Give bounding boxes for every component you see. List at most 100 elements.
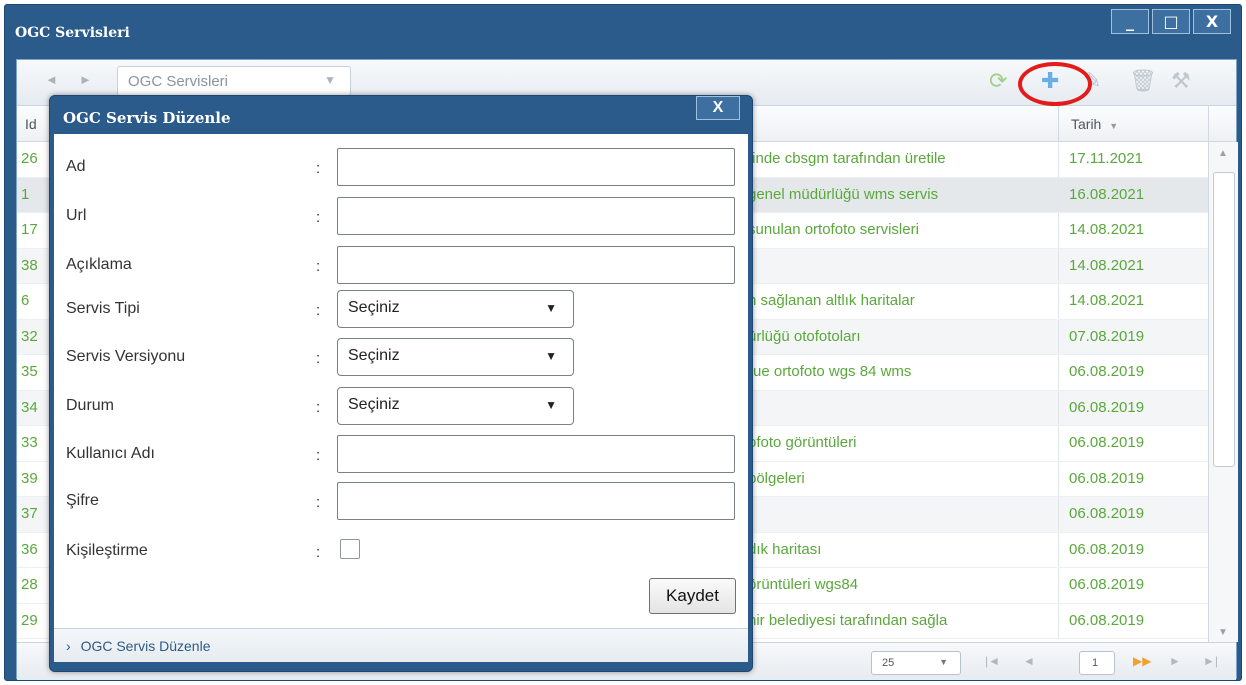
field-colon: :: [316, 447, 321, 464]
select-value: Seçiniz: [348, 396, 400, 413]
aciklama-input[interactable]: [337, 246, 735, 284]
durum-select[interactable]: Seçiniz ▼: [337, 387, 574, 425]
cell-description: genel müdürlüğü wms servis: [748, 185, 939, 203]
chevron-down-icon: ▼: [939, 657, 948, 667]
cell-tarih: 14.08.2021: [1058, 213, 1208, 248]
scroll-thumb[interactable]: [1213, 172, 1235, 467]
dialog-footer-label: OGC Servis Düzenle: [80, 638, 211, 654]
field-sifre: Şifre :: [54, 482, 748, 522]
next-icon[interactable]: ►: [1169, 654, 1181, 668]
cell-id: 38: [21, 256, 38, 274]
field-aciklama: Açıklama :: [54, 246, 748, 286]
tools-icon[interactable]: ⚒: [1171, 68, 1191, 94]
field-durum: Durum : Seçiniz ▼: [54, 387, 748, 427]
servis-versiyonu-select[interactable]: Seçiniz ▼: [337, 338, 574, 376]
cell-id: 6: [21, 292, 30, 309]
sifre-input[interactable]: [337, 482, 735, 520]
cell-description: ürlüğü otofotoları: [748, 327, 861, 345]
close-window-button[interactable]: X: [1193, 9, 1231, 34]
sort-down-icon: ▼: [1109, 121, 1119, 131]
cell-description: tinde cbsgm tarafından üretile: [748, 150, 946, 167]
cell-id: 26: [21, 150, 38, 167]
highlight-circle: [1018, 62, 1092, 106]
cell-id: 32: [21, 327, 38, 345]
kullanici-adi-input[interactable]: [337, 435, 735, 473]
select-value: Seçiniz: [348, 347, 400, 364]
cell-description: bölgeleri: [748, 469, 805, 487]
dialog-close-button[interactable]: X: [696, 96, 740, 120]
field-label: Durum: [66, 397, 115, 414]
column-tarih[interactable]: Tarih ▼: [1058, 106, 1208, 142]
maximize-button[interactable]: □: [1152, 9, 1190, 34]
back-arrow-icon[interactable]: ◄: [45, 72, 58, 87]
field-colon: :: [316, 258, 321, 275]
cell-description: dık haritası: [748, 540, 822, 558]
cell-description: hir belediyesi tarafından sağla: [748, 611, 948, 629]
cell-tarih: 17.11.2021: [1058, 142, 1208, 177]
kisilestirme-checkbox[interactable]: [340, 539, 360, 559]
field-servis-tipi: Servis Tipi : Seçiniz ▼: [54, 290, 748, 330]
field-kisilestirme: Kişileştirme :: [54, 532, 748, 572]
column-id[interactable]: Id: [25, 116, 37, 132]
cell-description: n sağlanan altlık haritalar: [748, 292, 915, 309]
cell-tarih: 06.08.2019: [1058, 390, 1208, 425]
cell-description: örüntüleri wgs84: [748, 576, 859, 593]
cell-tarih: 06.08.2019: [1058, 461, 1208, 496]
ad-input[interactable]: [337, 148, 735, 186]
field-label: Kişileştirme: [66, 542, 148, 559]
scroll-down-icon[interactable]: ▼: [1218, 627, 1228, 638]
field-label: Url: [66, 207, 87, 224]
chevron-down-icon: ▼: [324, 73, 336, 87]
cell-tarih: 06.08.2019: [1058, 603, 1208, 638]
field-servis-versiyonu: Servis Versiyonu : Seçiniz ▼: [54, 338, 748, 378]
cell-id: 35: [21, 363, 38, 380]
prev-page-icon[interactable]: ◄: [1023, 654, 1035, 668]
service-combo[interactable]: OGC Servisleri ▼: [117, 66, 351, 96]
cell-description: sunulan ortofoto servisleri: [748, 221, 919, 238]
chevron-right-icon: ›: [66, 638, 71, 654]
save-button[interactable]: Kaydet: [649, 578, 736, 614]
field-label: Servis Tipi: [66, 300, 140, 317]
cell-id: 33: [21, 434, 38, 451]
cell-tarih: 14.08.2021: [1058, 248, 1208, 283]
page-size-value: 25: [882, 657, 895, 669]
url-input[interactable]: [337, 197, 735, 235]
first-page-icon[interactable]: |◄: [985, 654, 1000, 668]
field-label: Kullanıcı Adı: [66, 445, 155, 462]
field-colon: :: [316, 302, 321, 319]
cell-id: 28: [21, 576, 38, 593]
last-page-icon[interactable]: ►|: [1203, 654, 1218, 668]
field-label: Şifre: [66, 492, 99, 509]
column-tarih-label: Tarih: [1071, 116, 1102, 132]
refresh-icon[interactable]: ⟳: [989, 68, 1007, 94]
page-size-select[interactable]: 25 ▼: [871, 651, 961, 675]
cell-id: 29: [21, 611, 38, 629]
delete-icon[interactable]: 🗑: [1129, 68, 1157, 94]
field-colon: :: [316, 399, 321, 416]
scroll-up-icon[interactable]: ▲: [1218, 148, 1228, 159]
cell-id: 36: [21, 540, 38, 558]
field-colon: :: [316, 494, 321, 511]
cell-id: 34: [21, 398, 38, 416]
forward-arrow-icon[interactable]: ►: [79, 72, 92, 87]
chevron-down-icon: ▼: [545, 349, 557, 363]
page-number-input[interactable]: 1: [1079, 651, 1115, 675]
cell-description: ofoto görüntüleri: [748, 434, 857, 451]
cell-tarih: 06.08.2019: [1058, 426, 1208, 461]
cell-tarih: 06.08.2019: [1058, 355, 1208, 390]
field-label: Açıklama: [66, 256, 132, 273]
minimize-button[interactable]: _: [1111, 9, 1149, 34]
vertical-scrollbar[interactable]: ▲ ▼: [1208, 142, 1238, 642]
field-kullanici-adi: Kullanıcı Adı :: [54, 435, 748, 475]
cell-tarih: 16.08.2021: [1058, 177, 1208, 212]
cell-tarih: 06.08.2019: [1058, 532, 1208, 567]
field-ad: Ad :: [54, 148, 748, 188]
dialog-footer[interactable]: › OGC Servis Düzenle: [54, 628, 748, 662]
cell-tarih: 06.08.2019: [1058, 568, 1208, 603]
dialog-form: Ad : Url : Açıklama : Servis Tipi : Seçi…: [54, 134, 748, 628]
servis-tipi-select[interactable]: Seçiniz ▼: [337, 290, 574, 328]
next-page-icon[interactable]: ▶▶: [1133, 654, 1151, 668]
field-label: Servis Versiyonu: [66, 348, 186, 365]
field-label: Ad: [66, 158, 86, 175]
cell-id: 37: [21, 505, 38, 522]
